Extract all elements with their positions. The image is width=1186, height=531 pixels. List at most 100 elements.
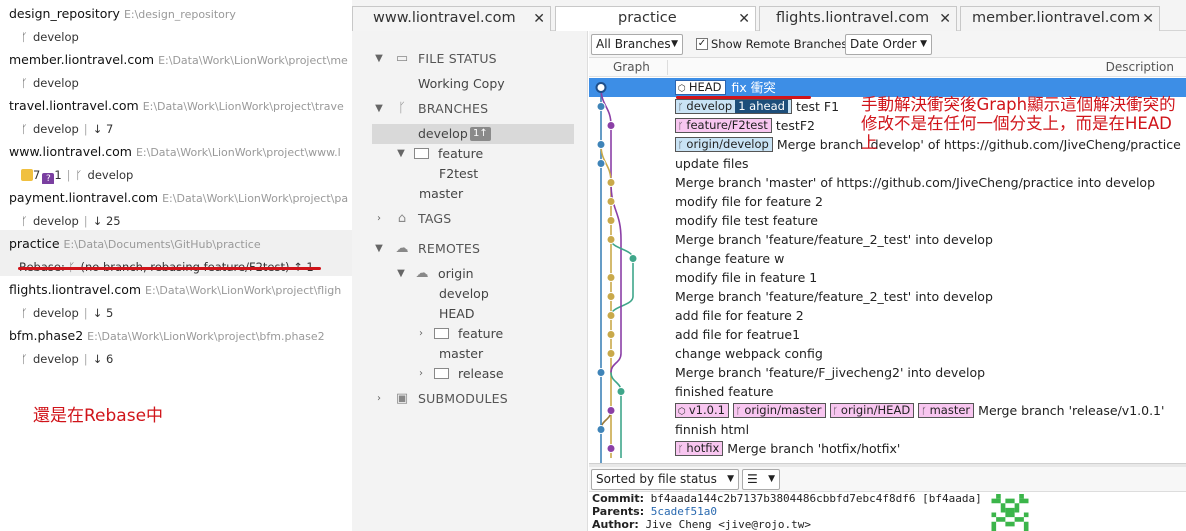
commit-node[interactable]: [606, 216, 616, 225]
parent-hash-link[interactable]: 5cadef51a0: [651, 505, 717, 518]
chevron-down-icon: ▼: [671, 39, 678, 49]
sidebar-section-remotes[interactable]: ▼ ☁ REMOTES: [352, 239, 588, 259]
tab-member[interactable]: member.liontravel.com ✕: [960, 6, 1160, 31]
graph-column-header[interactable]: Graph: [613, 60, 650, 74]
commit-node[interactable]: [606, 197, 616, 206]
sidebar-section-branches[interactable]: ▼ ᚴ BRANCHES: [352, 99, 588, 119]
chevron-down-icon[interactable]: ▼: [374, 239, 384, 259]
chevron-down-icon[interactable]: ▼: [374, 99, 384, 119]
repo-branch: develop: [33, 214, 79, 228]
repo-name: www.liontravel.com: [9, 144, 132, 159]
repo-item-member[interactable]: member.liontravel.com E:\Data\Work\LionWo…: [0, 46, 352, 92]
sidebar-item-origin-master[interactable]: master: [352, 344, 588, 364]
commit-node[interactable]: [596, 102, 606, 111]
folder-icon: [434, 368, 449, 379]
sidebar-item-working-copy[interactable]: Working Copy: [352, 74, 588, 94]
sidebar-item-label: master: [439, 346, 484, 361]
ref-label[interactable]: ᚴ origin/HEAD: [829, 403, 915, 418]
commit-node[interactable]: [616, 387, 626, 396]
branch-icon: ᚴ: [21, 77, 28, 90]
commit-node[interactable]: [628, 254, 638, 263]
ref-label[interactable]: ᚴ hotfix: [675, 441, 724, 456]
sidebar-item-origin-feature[interactable]: › feature: [352, 324, 588, 344]
ref-label[interactable]: ᚴ origin/develop: [675, 137, 773, 152]
modified-count: 7: [33, 168, 41, 182]
description-column-header[interactable]: Description: [1106, 60, 1174, 74]
commit-node[interactable]: [596, 425, 606, 434]
sidebar-section-file-status[interactable]: ▼ ▭ FILE STATUS: [352, 49, 588, 69]
sidebar-section-submodules[interactable]: › ▣ SUBMODULES: [352, 389, 588, 409]
close-icon[interactable]: ✕: [738, 12, 750, 26]
chevron-right-icon[interactable]: ›: [374, 389, 384, 409]
untracked-count: 1: [54, 168, 62, 182]
column-divider[interactable]: [667, 60, 668, 75]
branches-select[interactable]: All Branches ▼: [591, 34, 683, 55]
commit-node[interactable]: [606, 273, 616, 282]
repo-item-bfm[interactable]: bfm.phase2 E:\Data\Work\LionWork\project\…: [0, 322, 352, 368]
sidebar-item-origin[interactable]: ▼ ☁ origin: [352, 264, 588, 284]
ref-name: HEAD: [688, 80, 722, 94]
order-select[interactable]: Date Order ▼: [845, 34, 932, 55]
sidebar-item-master[interactable]: master: [352, 184, 588, 204]
chevron-down-icon[interactable]: ▼: [396, 144, 406, 164]
close-icon[interactable]: ✕: [533, 12, 545, 26]
commit-message: change feature w: [675, 251, 785, 266]
commit-description: finished feature: [675, 383, 773, 400]
commit-node[interactable]: [606, 292, 616, 301]
ref-name: v1.0.1: [688, 403, 725, 417]
sidebar-item-origin-release[interactable]: › release: [352, 364, 588, 384]
sidebar-item-develop[interactable]: develop 1↑: [372, 124, 574, 144]
commit-node[interactable]: [606, 444, 616, 453]
sidebar-section-label: SUBMODULES: [418, 391, 508, 406]
close-icon[interactable]: ✕: [1142, 12, 1154, 26]
ref-label[interactable]: ᚴ origin/master: [732, 403, 826, 418]
close-icon[interactable]: ✕: [939, 12, 951, 26]
repo-path: E:\Data\Work\LionWork\project\fligh: [145, 284, 342, 297]
repo-branch: develop: [33, 30, 79, 44]
commit-node[interactable]: [595, 82, 607, 93]
repo-item-payment[interactable]: payment.liontravel.com E:\Data\Work\LionW…: [0, 184, 352, 230]
commit-node[interactable]: [596, 159, 606, 168]
chevron-down-icon[interactable]: ▼: [374, 49, 384, 69]
sidebar-item-origin-develop[interactable]: develop: [352, 284, 588, 304]
commit-node[interactable]: [606, 311, 616, 320]
sidebar-item-label: develop: [418, 126, 468, 141]
commit-description: ᚴ develop 1 ahead test F1: [675, 98, 839, 115]
tab-flights[interactable]: flights.liontravel.com ✕: [759, 6, 957, 31]
chevron-right-icon[interactable]: ›: [374, 209, 384, 229]
commit-node[interactable]: [606, 235, 616, 244]
chevron-down-icon[interactable]: ▼: [396, 264, 406, 284]
ref-label[interactable]: ⬡ v1.0.1: [675, 403, 729, 418]
repo-item-travel[interactable]: travel.liontravel.com E:\Data\Work\LionWo…: [0, 92, 352, 138]
commit-node[interactable]: [606, 121, 616, 130]
commit-node[interactable]: [606, 406, 616, 415]
show-remote-checkbox[interactable]: ✓: [696, 38, 708, 50]
file-sort-select[interactable]: Sorted by file status ▼: [591, 469, 739, 490]
ref-label[interactable]: ᚴ feature/F2test: [675, 118, 772, 133]
commit-node[interactable]: [596, 368, 606, 377]
commit-node[interactable]: [606, 330, 616, 339]
tab-practice[interactable]: practice ✕: [555, 6, 756, 32]
repo-branch: develop: [33, 122, 79, 136]
submodule-icon: ▣: [395, 391, 409, 406]
commit-node[interactable]: [596, 140, 606, 149]
repo-item-www[interactable]: www.liontravel.com E:\Data\Work\LionWork\…: [0, 138, 352, 184]
chevron-right-icon[interactable]: ›: [416, 364, 426, 384]
repo-item-flights[interactable]: flights.liontravel.com E:\Data\Work\LionW…: [0, 276, 352, 322]
commit-node[interactable]: [606, 349, 616, 358]
commit-message: finnish html: [675, 422, 750, 437]
ref-label[interactable]: ⬡ HEAD: [675, 80, 726, 95]
ref-label[interactable]: ᚴ develop 1 ahead: [675, 99, 792, 114]
sidebar-item-feature[interactable]: ▼ feature: [352, 144, 588, 164]
sidebar-item-origin-head[interactable]: HEAD: [352, 304, 588, 324]
tab-www[interactable]: www.liontravel.com ✕: [352, 6, 551, 31]
ahead-badge: 1↑: [470, 127, 491, 141]
sidebar-section-tags[interactable]: › ⌂ TAGS: [352, 209, 588, 229]
repo-item-design-repository[interactable]: design_repository E:\design_repository ᚴd…: [0, 0, 352, 46]
sidebar-item-f2test[interactable]: F2test: [352, 164, 588, 184]
ref-label[interactable]: ᚴ master: [918, 403, 975, 418]
commit-node[interactable]: [606, 178, 616, 187]
view-mode-select[interactable]: ☰ ▼: [742, 469, 780, 490]
chevron-right-icon[interactable]: ›: [416, 324, 426, 344]
repo-name: payment.liontravel.com: [9, 190, 159, 205]
